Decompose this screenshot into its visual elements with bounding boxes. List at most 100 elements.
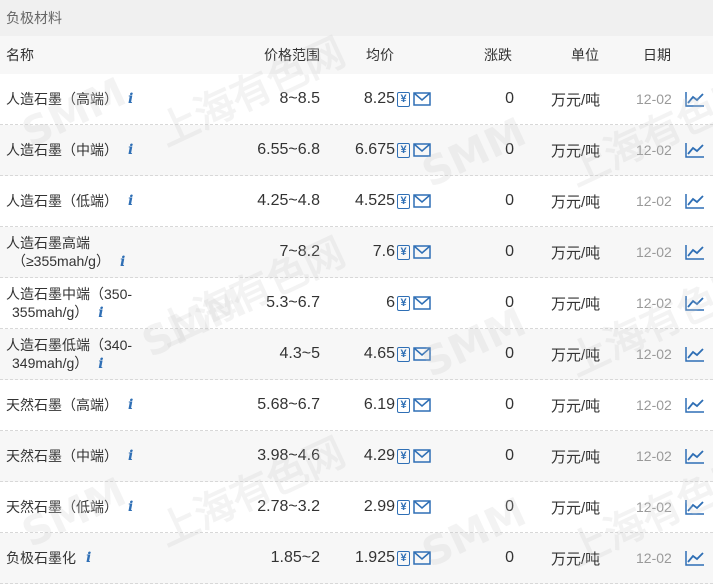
row-date: 12-02 — [636, 448, 672, 464]
line-chart-icon[interactable] — [685, 74, 705, 124]
info-icon[interactable]: i — [98, 356, 103, 372]
yen-price-icon[interactable]: ¥ — [397, 91, 410, 107]
line-chart-icon[interactable] — [685, 329, 705, 379]
col-header-name: 名称 — [6, 47, 34, 63]
row-name: 人造石墨中端（350- 355mah/g） i — [6, 278, 156, 328]
row-unit: 万元/吨 — [551, 346, 601, 364]
row-change: 0 — [505, 294, 514, 311]
table-row: 人造石墨高端 （≥355mah/g） i 7~8.2 7.6 ¥ 0 万元/吨 12… — [0, 227, 713, 278]
row-avg-price: 1.925 — [354, 549, 395, 566]
info-icon[interactable]: i — [120, 254, 125, 270]
row-price-range: 5.68~6.7 — [257, 396, 320, 413]
row-avg-actions: ¥ — [397, 329, 437, 379]
mail-icon[interactable] — [413, 398, 431, 412]
row-name-line1: 人造石墨高端 — [6, 235, 90, 251]
mail-icon[interactable] — [413, 245, 431, 259]
row-price-range: 2.78~3.2 — [257, 498, 320, 515]
row-price-range: 4.3~5 — [279, 345, 320, 362]
info-icon[interactable]: i — [128, 90, 133, 108]
info-icon[interactable]: i — [86, 549, 91, 567]
row-date: 12-02 — [636, 550, 672, 566]
yen-price-icon[interactable]: ¥ — [397, 142, 410, 158]
line-chart-icon[interactable] — [685, 533, 705, 583]
row-date: 12-02 — [636, 244, 672, 260]
row-avg-actions: ¥ — [397, 176, 437, 226]
table-row: 人造石墨（中端） i 6.55~6.8 6.675 ¥ 0 万元/吨 12-02 — [0, 125, 713, 176]
mail-icon[interactable] — [413, 347, 431, 361]
row-avg-actions: ¥ — [397, 380, 437, 430]
table-header: 名称 价格范围 均价 涨跌 单位 日期 — [0, 36, 713, 74]
row-name-line1: 人造石墨中端（350- — [6, 286, 133, 302]
line-chart-icon[interactable] — [685, 176, 705, 226]
row-name-line1: 天然石墨（低端） — [6, 499, 118, 515]
row-avg-actions: ¥ — [397, 533, 437, 583]
row-change: 0 — [505, 345, 514, 362]
yen-price-icon[interactable]: ¥ — [397, 244, 410, 260]
mail-icon[interactable] — [413, 551, 431, 565]
row-avg-price: 7.6 — [372, 243, 395, 260]
row-avg-price: 4.29 — [363, 447, 395, 464]
mail-icon[interactable] — [413, 500, 431, 514]
row-price-range: 6.55~6.8 — [257, 141, 320, 158]
row-unit: 万元/吨 — [551, 193, 601, 211]
line-chart-icon[interactable] — [685, 125, 705, 175]
row-name: 人造石墨（高端） i — [6, 74, 156, 124]
col-header-change: 涨跌 — [484, 47, 512, 63]
row-avg-actions: ¥ — [397, 125, 437, 175]
row-price-range: 5.3~6.7 — [266, 294, 320, 311]
line-chart-icon[interactable] — [685, 227, 705, 277]
col-header-unit: 单位 — [571, 47, 599, 63]
row-avg-actions: ¥ — [397, 431, 437, 481]
mail-icon[interactable] — [413, 143, 431, 157]
row-name: 负极石墨化 i — [6, 533, 156, 583]
row-change: 0 — [505, 243, 514, 260]
row-change: 0 — [505, 141, 514, 158]
section-title-text: 负极材料 — [6, 10, 62, 26]
row-avg-actions: ¥ — [397, 74, 437, 124]
col-header-range: 价格范围 — [264, 47, 320, 63]
line-chart-icon[interactable] — [685, 482, 705, 532]
mail-icon[interactable] — [413, 92, 431, 106]
row-name-line1: 天然石墨（高端） — [6, 397, 118, 413]
row-change: 0 — [505, 447, 514, 464]
info-icon[interactable]: i — [128, 141, 133, 159]
info-icon[interactable]: i — [128, 498, 133, 516]
col-header-avg: 均价 — [366, 47, 394, 63]
price-table-body: 人造石墨（高端） i 8~8.5 8.25 ¥ 0 万元/吨 12-02 人造石墨… — [0, 74, 713, 584]
row-unit: 万元/吨 — [551, 91, 601, 109]
row-name-line1: 负极石墨化 — [6, 550, 76, 566]
row-change: 0 — [505, 549, 514, 566]
yen-price-icon[interactable]: ¥ — [397, 448, 410, 464]
line-chart-icon[interactable] — [685, 431, 705, 481]
row-avg-price: 6.675 — [354, 141, 395, 158]
yen-price-icon[interactable]: ¥ — [397, 295, 410, 311]
row-avg-price: 2.99 — [363, 498, 395, 515]
row-name: 天然石墨（高端） i — [6, 380, 156, 430]
info-icon[interactable]: i — [128, 192, 133, 210]
mail-icon[interactable] — [413, 449, 431, 463]
row-name-line1: 天然石墨（中端） — [6, 448, 118, 464]
info-icon[interactable]: i — [128, 447, 133, 465]
line-chart-icon[interactable] — [685, 380, 705, 430]
row-price-range: 8~8.5 — [279, 90, 320, 107]
mail-icon[interactable] — [413, 296, 431, 310]
yen-price-icon[interactable]: ¥ — [397, 193, 410, 209]
yen-price-icon[interactable]: ¥ — [397, 346, 410, 362]
row-avg-price: 6.19 — [363, 396, 395, 413]
row-name-line1: 人造石墨（低端） — [6, 193, 118, 209]
row-name-line2: 349mah/g） — [12, 355, 89, 371]
info-icon[interactable]: i — [98, 305, 103, 321]
row-date: 12-02 — [636, 499, 672, 515]
yen-price-icon[interactable]: ¥ — [397, 550, 410, 566]
line-chart-icon[interactable] — [685, 278, 705, 328]
info-icon[interactable]: i — [128, 396, 133, 414]
row-unit: 万元/吨 — [551, 499, 601, 517]
row-unit: 万元/吨 — [551, 295, 601, 313]
row-change: 0 — [505, 90, 514, 107]
table-row: 天然石墨（低端） i 2.78~3.2 2.99 ¥ 0 万元/吨 12-02 — [0, 482, 713, 533]
yen-price-icon[interactable]: ¥ — [397, 499, 410, 515]
mail-icon[interactable] — [413, 194, 431, 208]
yen-price-icon[interactable]: ¥ — [397, 397, 410, 413]
row-unit: 万元/吨 — [551, 550, 601, 568]
row-name-line1: 人造石墨低端（340- — [6, 337, 133, 353]
